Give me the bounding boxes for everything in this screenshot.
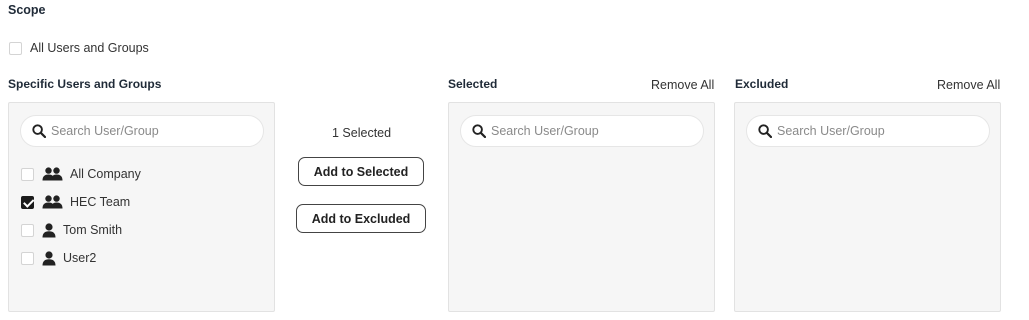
- list-item[interactable]: All Company: [21, 165, 141, 183]
- list-item[interactable]: Tom Smith: [21, 221, 122, 239]
- excluded-heading: Excluded: [735, 77, 789, 91]
- item-label: Tom Smith: [63, 223, 123, 237]
- excluded-remove-all-link[interactable]: Remove All: [937, 78, 1000, 92]
- excluded-search-input[interactable]: [777, 124, 967, 138]
- search-icon: [32, 124, 46, 138]
- selected-search[interactable]: [460, 115, 704, 147]
- item-checkbox[interactable]: [21, 167, 34, 181]
- all-users-label: All Users and Groups: [30, 41, 149, 55]
- search-icon: [758, 124, 772, 138]
- selected-remove-all-link[interactable]: Remove All: [651, 78, 714, 92]
- list-item[interactable]: HEC Team: [21, 193, 130, 211]
- group-icon: [42, 195, 63, 209]
- excluded-panel: [734, 102, 1001, 312]
- item-checkbox[interactable]: [21, 195, 34, 209]
- item-label: User2: [63, 251, 97, 265]
- all-users-option[interactable]: All Users and Groups: [9, 41, 149, 55]
- specific-heading: Specific Users and Groups: [8, 77, 162, 91]
- scope-title: Scope: [8, 3, 46, 17]
- list-item[interactable]: User2: [21, 249, 96, 267]
- item-checkbox[interactable]: [21, 251, 34, 265]
- item-checkbox[interactable]: [21, 223, 34, 237]
- add-to-excluded-button[interactable]: Add to Excluded: [296, 204, 426, 233]
- item-label: All Company: [70, 167, 141, 181]
- search-icon: [472, 124, 486, 138]
- item-label: HEC Team: [70, 195, 131, 209]
- selected-heading: Selected: [448, 77, 498, 91]
- selected-count: 1 Selected: [332, 126, 392, 140]
- specific-panel: All Company HEC Team Tom Smith: [8, 102, 275, 312]
- group-icon: [42, 167, 63, 181]
- user-icon: [42, 222, 56, 238]
- specific-search-input[interactable]: [51, 124, 241, 138]
- add-to-selected-button[interactable]: Add to Selected: [298, 157, 424, 186]
- specific-search[interactable]: [20, 115, 264, 147]
- selected-search-input[interactable]: [491, 124, 681, 138]
- selected-panel: [448, 102, 715, 312]
- user-icon: [42, 250, 56, 266]
- all-users-checkbox[interactable]: [9, 41, 22, 55]
- excluded-search[interactable]: [746, 115, 990, 147]
